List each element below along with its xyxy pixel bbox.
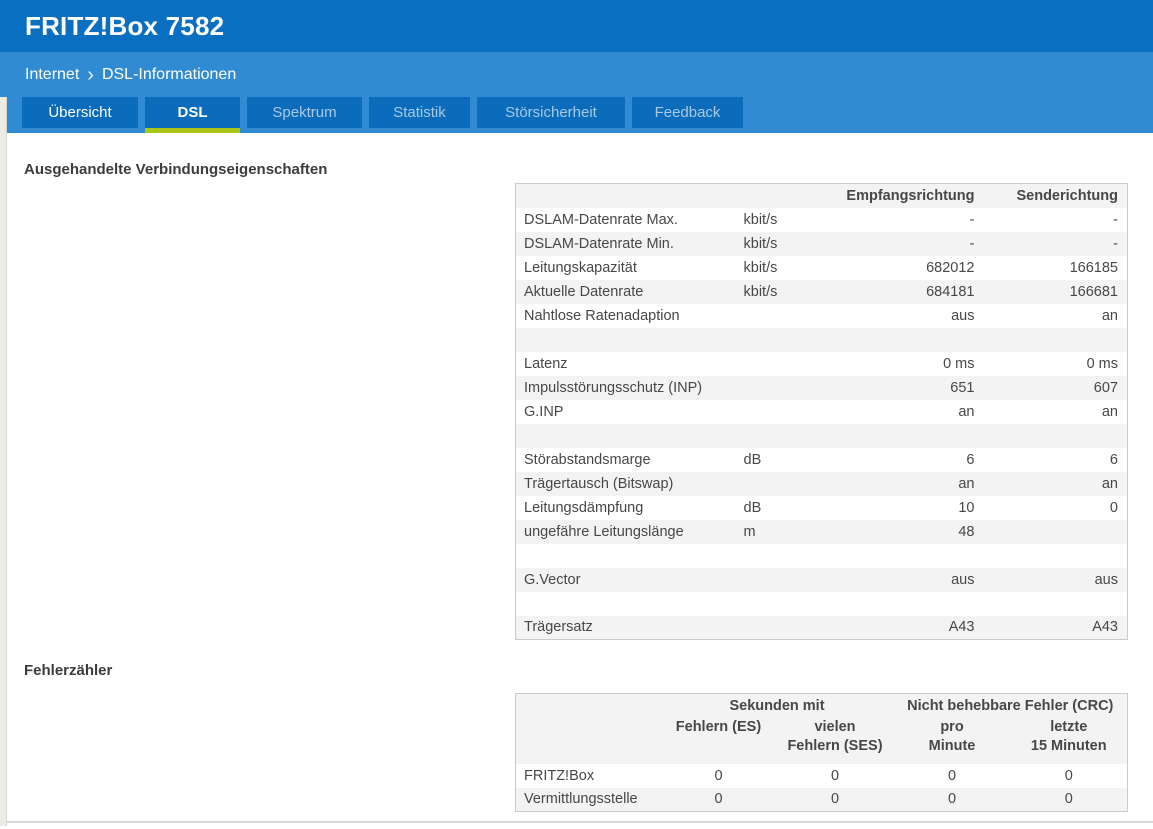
page-content: Ausgehandelte Verbindungseigenschaften E… [6, 133, 1153, 826]
tab-spektrum-label: Spektrum [247, 97, 362, 128]
tab-feedback[interactable]: Feedback [632, 97, 743, 133]
table-row: Störabstandsmarge dB 6 6 [524, 451, 1118, 468]
tab-statistik-label: Statistik [369, 97, 470, 128]
connection-table: Empfangsrichtung Senderichtung DSLAM-Dat… [515, 183, 1128, 640]
tab-uebersicht-label: Übersicht [22, 97, 138, 128]
column-header-es: Fehlern (ES) [675, 718, 762, 735]
error-table: Sekunden mit Nicht behebbare Fehler (CRC… [514, 693, 1128, 812]
table-row: Vermittlungsstelle 0 0 0 0 [515, 787, 1128, 812]
tab-dsl[interactable]: DSL [145, 97, 240, 133]
group-header-seconds: Sekunden mit [729, 697, 825, 714]
table-row: Aktuelle Datenrate kbit/s 684181 166681 [515, 279, 1128, 304]
table-row: DSLAM-Datenrate Max. kbit/s - - [524, 211, 1118, 228]
table-row: Trägersatz A43 A43 [515, 615, 1128, 640]
table-row: Trägertausch (Bitswap) an an [515, 471, 1128, 496]
chevron-right-icon: › [87, 63, 94, 86]
column-header-rx: Empfangsrichtung [846, 187, 975, 204]
bottom-divider [6, 821, 1153, 823]
tab-feedback-label: Feedback [632, 97, 743, 128]
table-row: Leitungsdämpfung dB 10 0 [524, 499, 1118, 516]
breadcrumb-current-page: DSL-Informationen [101, 65, 237, 83]
group-header-crc: Nicht behebbare Fehler (CRC) [907, 697, 1114, 714]
left-gutter [0, 97, 7, 133]
table-header-row: Empfangsrichtung Senderichtung [515, 183, 1128, 208]
breadcrumb: Internet › DSL-Informationen [25, 63, 237, 86]
table-row: Nahtlose Ratenadaption aus an [524, 307, 1118, 324]
table-row: DSLAM-Datenrate Min. kbit/s - - [515, 231, 1128, 256]
left-gutter [0, 133, 7, 826]
tab-stoersicherheit-label: Störsicherheit [477, 97, 625, 128]
spacer-row [515, 423, 1128, 448]
breadcrumb-bar: Internet › DSL-Informationen [0, 52, 1153, 97]
column-header-last-15-min: letzte 15 Minuten [1030, 718, 1107, 754]
table-row: G.Vector aus aus [515, 567, 1128, 592]
sub-header-row: Fehlern (ES) vielen Fehlern (SES) pro Mi… [515, 717, 1128, 764]
app-header: FRITZ!Box 7582 [0, 0, 1153, 52]
section-title-errors: Fehlerzähler [24, 662, 113, 679]
table-row: Latenz 0 ms 0 ms [524, 355, 1118, 372]
group-header-row: Sekunden mit Nicht behebbare Fehler (CRC… [515, 693, 1128, 718]
tab-uebersicht[interactable]: Übersicht [22, 97, 138, 133]
tab-bar: Übersicht DSL Spektrum Statistik Störsic… [7, 97, 1153, 133]
spacer-row [516, 544, 1128, 568]
app-title: FRITZ!Box 7582 [25, 10, 225, 41]
table-row: FRITZ!Box 0 0 0 0 [523, 767, 1073, 784]
spacer-row [516, 592, 1128, 616]
tab-dsl-label: DSL [145, 97, 240, 128]
table-row: G.INP an an [524, 403, 1118, 420]
breadcrumb-internet[interactable]: Internet [25, 66, 79, 84]
table-row: ungefähre Leitungslänge m 48 [515, 519, 1128, 544]
section-title-connection: Ausgehandelte Verbindungseigenschaften [24, 161, 328, 178]
table-row: Impulsstörungsschutz (INP) 651 607 [515, 375, 1128, 400]
column-header-tx: Senderichtung [1016, 187, 1118, 204]
spacer-row [515, 327, 1128, 352]
column-header-per-minute: pro Minute [928, 718, 976, 754]
tab-stoersicherheit[interactable]: Störsicherheit [477, 97, 625, 133]
tab-statistik[interactable]: Statistik [369, 97, 470, 133]
tab-spektrum[interactable]: Spektrum [247, 97, 362, 133]
table-row: Leitungskapazität kbit/s 682012 166185 [524, 259, 1118, 276]
column-header-ses: vielen Fehlern (SES) [787, 718, 883, 754]
